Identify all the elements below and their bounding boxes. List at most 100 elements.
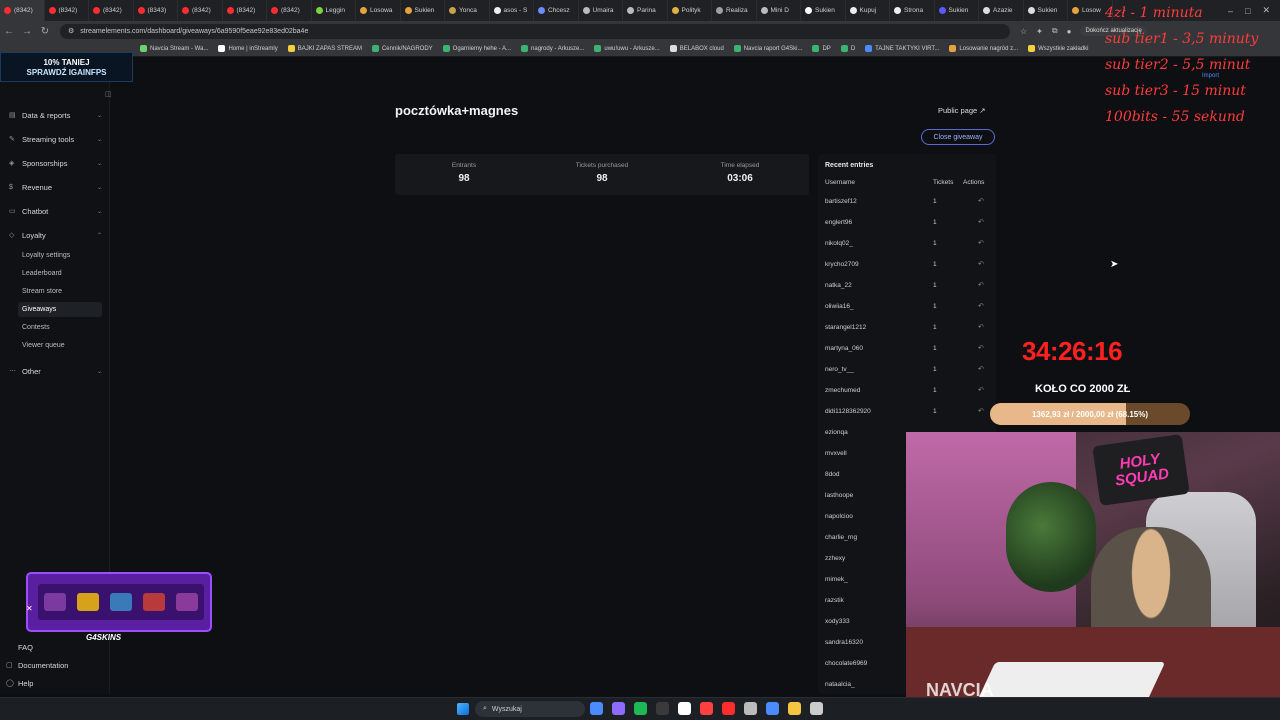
browser-tab[interactable]: Yonca (445, 0, 490, 21)
taskbar-app-icon[interactable] (656, 702, 669, 715)
sidebar-footer-documentation[interactable]: ▢ Documentation (0, 657, 110, 673)
bookmark-item[interactable]: nagrody - Arkusze... (521, 45, 584, 52)
sidebar-footer-help[interactable]: ◯ Help (0, 675, 110, 691)
browser-tab[interactable]: Leggin (312, 0, 356, 21)
sidebar-item-streaming-tools[interactable]: ✎ Streaming tools ⌄ (0, 131, 110, 147)
bookmark-item[interactable]: uwu!uwu - Arkusze... (594, 45, 660, 52)
browser-tab[interactable]: Sukien (935, 0, 979, 21)
bookmark-item[interactable]: DP (812, 45, 831, 52)
bookmark-star-icon[interactable]: ☆ (1020, 27, 1027, 36)
bookmark-item[interactable]: Wszystkie zakładki (1028, 45, 1088, 52)
bookmark-item[interactable]: D (840, 45, 855, 52)
bookmark-item[interactable]: Cennik/NAGRODY (371, 45, 433, 52)
taskbar-app-icon[interactable] (590, 702, 603, 715)
sidebar-item-other[interactable]: ⋯ Other ⌄ (0, 363, 110, 379)
browser-tab[interactable]: Sukien (401, 0, 445, 21)
refund-icon[interactable]: ↶ (978, 302, 984, 310)
refund-icon[interactable]: ↶ (978, 407, 984, 415)
collapse-sidebar-icon[interactable]: ◫ (105, 90, 112, 98)
public-page-link[interactable]: Public page ↗ (938, 106, 986, 115)
sidebar-item-sponsorships[interactable]: ◈ Sponsorships ⌄ (0, 155, 110, 171)
table-row: oliwiia16_ 1 ↶ (818, 297, 996, 318)
maximize-icon[interactable]: □ (1245, 6, 1250, 16)
taskbar-app-icon[interactable] (678, 702, 691, 715)
chevron-up-icon: ⌃ (96, 232, 102, 239)
extensions-puzzle-icon[interactable]: ⧉ (1052, 26, 1058, 36)
minimize-icon[interactable]: – (1228, 6, 1233, 16)
url-field[interactable]: ⚙ streamelements.com/dashboard/giveaways… (60, 23, 1010, 39)
sidebar-item-chatbot[interactable]: ▭ Chatbot ⌄ (0, 203, 110, 219)
taskbar-app-icon[interactable] (612, 702, 625, 715)
site-info-icon[interactable]: ⚙ (68, 27, 74, 35)
sidebar-sub-contests[interactable]: Contests (22, 320, 106, 335)
browser-tab[interactable]: (8342) (0, 0, 45, 21)
bookmark-item[interactable]: Home | inStreamly (218, 45, 278, 52)
sidebar-item-data-reports[interactable]: ▤ Data & reports ⌄ (0, 107, 110, 123)
sidebar-item-revenue[interactable]: $ Revenue ⌄ (0, 179, 110, 195)
taskbar-app-icon[interactable] (744, 702, 757, 715)
browser-tab[interactable]: asos - S (490, 0, 534, 21)
bookmark-item[interactable]: Navcia raport G4Ski... (733, 45, 802, 52)
sidebar-sub-leaderboard[interactable]: Leaderboard (22, 266, 106, 281)
sidebar-sub-loyalty-settings[interactable]: Loyalty settings (22, 248, 106, 263)
browser-tab[interactable]: (8342) (178, 0, 223, 21)
taskbar-app-icon[interactable] (810, 702, 823, 715)
refund-icon[interactable]: ↶ (978, 344, 984, 352)
profile-avatar[interactable]: ● (1067, 27, 1072, 36)
forward-icon[interactable]: → (18, 26, 36, 37)
tab-favicon-icon (315, 7, 323, 14)
taskbar-app-icon[interactable] (634, 702, 647, 715)
taskbar-search[interactable]: ⌕ Wyszukaj (475, 701, 585, 717)
refund-icon[interactable]: ↶ (978, 218, 984, 226)
refund-icon[interactable]: ↶ (978, 197, 984, 205)
browser-tab[interactable]: Losowa (356, 0, 401, 21)
bookmark-item[interactable]: Ogarniemy hehe - A... (442, 45, 511, 52)
skins-ad[interactable] (26, 572, 212, 632)
bookmark-item[interactable]: Losowanie nagród z... (949, 45, 1018, 52)
bookmark-item[interactable]: TAJNE TAKTYKI VIRT... (865, 45, 939, 52)
browser-tab[interactable]: Strona (890, 0, 935, 21)
browser-tab[interactable]: Parina (623, 0, 668, 21)
bookmark-item[interactable]: BAJKI ZAPAS STREAM (287, 45, 362, 52)
browser-tab[interactable]: (8343) (134, 0, 178, 21)
taskbar-app-icon[interactable] (700, 702, 713, 715)
browser-tab[interactable]: Umaira (579, 0, 623, 21)
close-giveaway-button[interactable]: Close giveaway (921, 129, 995, 145)
browser-tab[interactable]: Azazie (979, 0, 1024, 21)
taskbar-app-icon[interactable] (766, 702, 779, 715)
browser-tab[interactable]: (8342) (45, 0, 89, 21)
sidebar-item-loyalty[interactable]: ◇ Loyalty ⌃ (0, 227, 110, 243)
windows-start-icon[interactable] (457, 703, 469, 715)
browser-tab[interactable]: Sukien (801, 0, 846, 21)
promo-banner[interactable]: 10% TANIEJ SPRAWDŹ IGAINFPS (0, 52, 133, 82)
sidebar-sub-giveaways[interactable]: Giveaways (18, 302, 102, 317)
refund-icon[interactable]: ↶ (978, 365, 984, 373)
refund-icon[interactable]: ↶ (978, 260, 984, 268)
back-icon[interactable]: ← (0, 26, 18, 37)
refund-icon[interactable]: ↶ (978, 386, 984, 394)
browser-tab[interactable]: Sukien (1024, 0, 1068, 21)
bookmark-item[interactable]: Navcia Stream - Wa... (140, 45, 208, 52)
sidebar-sub-stream-store[interactable]: Stream store (22, 284, 106, 299)
refund-icon[interactable]: ↶ (978, 281, 984, 289)
bookmark-item[interactable]: BELABOX cloud (669, 45, 724, 52)
reload-icon[interactable]: ↻ (36, 26, 54, 37)
browser-tab[interactable]: Chcesz (534, 0, 579, 21)
refund-icon[interactable]: ↶ (978, 323, 984, 331)
refund-icon[interactable]: ↶ (978, 239, 984, 247)
close-window-icon[interactable]: ✕ (1262, 5, 1270, 16)
browser-tab[interactable]: (8342) (267, 0, 312, 21)
close-icon[interactable]: ✕ (26, 604, 33, 613)
browser-tab[interactable]: Polityk (668, 0, 712, 21)
browser-tab[interactable]: Kupuj (846, 0, 890, 21)
browser-tab[interactable]: Mini D (757, 0, 801, 21)
browser-tab[interactable]: (8342) (89, 0, 134, 21)
entry-username: zzhexy (825, 555, 846, 562)
browser-tab[interactable]: (8342) (223, 0, 267, 21)
extension-icon[interactable]: ✦ (1036, 27, 1043, 36)
taskbar-app-icon[interactable] (788, 702, 801, 715)
browser-tab[interactable]: Realiza (712, 0, 757, 21)
sidebar-sub-viewer-queue[interactable]: Viewer queue (22, 338, 106, 353)
taskbar-app-icon[interactable] (722, 702, 735, 715)
entry-tickets: 1 (933, 303, 937, 310)
